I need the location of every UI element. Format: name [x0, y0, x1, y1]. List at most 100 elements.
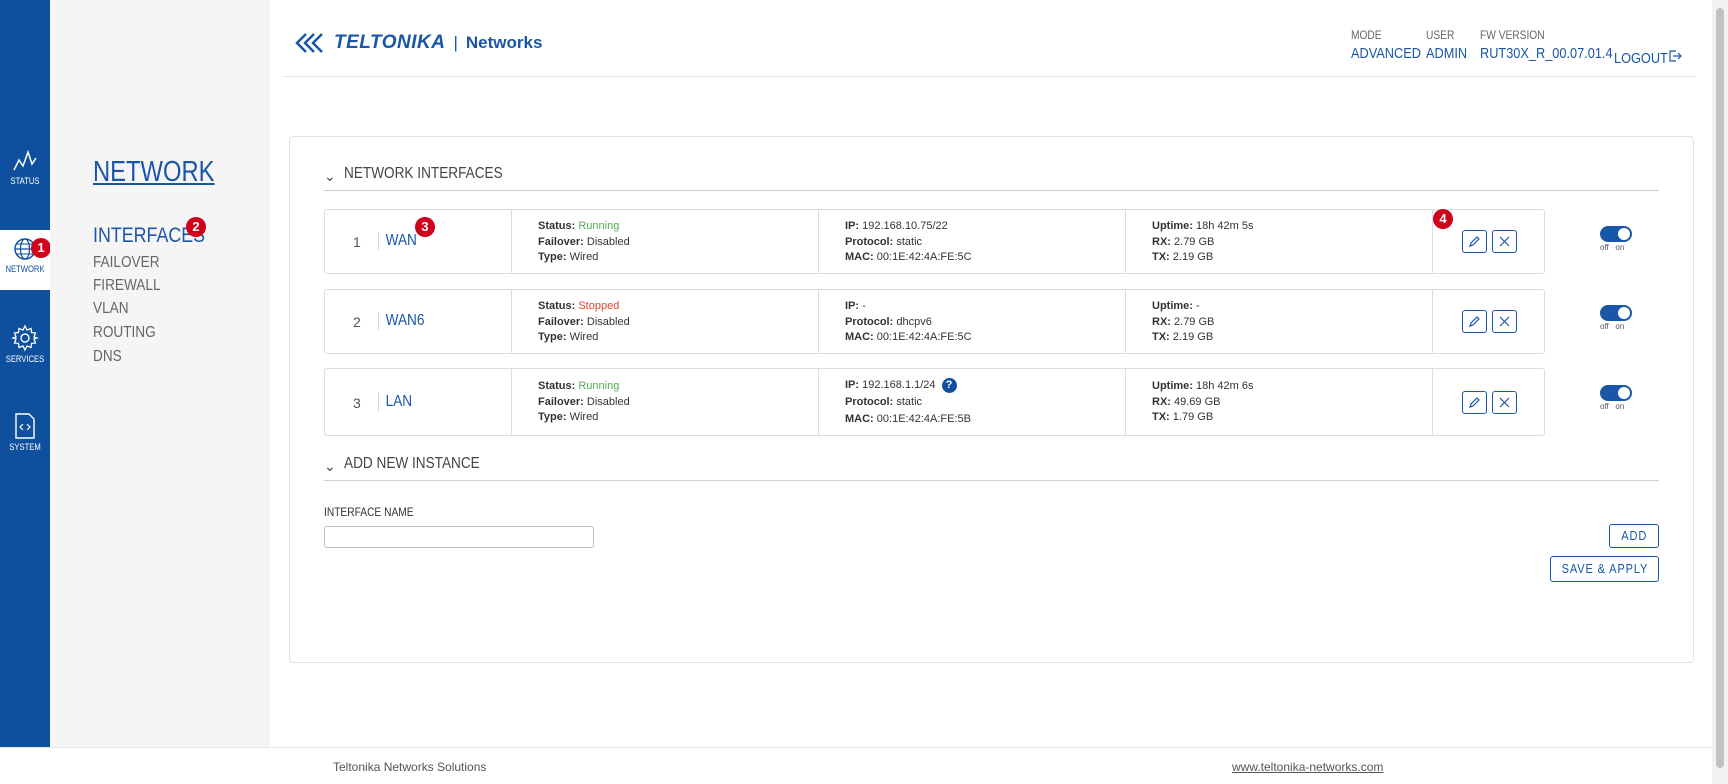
nav-system[interactable]: SYSTEM: [0, 406, 50, 466]
nav-services-label: SERVICES: [5, 354, 45, 364]
mode-value[interactable]: ADVANCED: [1351, 45, 1421, 62]
type-value: Wired: [569, 251, 599, 263]
mac-value: 00:1E:42:4A:FE:5B: [876, 413, 971, 425]
logout-button[interactable]: LOGOUT: [1614, 47, 1682, 67]
pencil-icon: [1469, 397, 1480, 408]
submenu-item-routing[interactable]: ROUTING: [93, 324, 156, 342]
status-cell: Status: Stopped Failover: Disabled Type:…: [512, 290, 819, 353]
status-cell: Status: Running Failover: Disabled Type:…: [512, 369, 819, 435]
main-nav-rail: STATUS NETWORK SERVICES SYSTEM: [0, 0, 50, 747]
interfaces-card: ⌄ NETWORK INTERFACES 1 WAN Status: Runni…: [289, 136, 1694, 663]
submenu-item-firewall[interactable]: FIREWALL: [93, 277, 161, 295]
status-value: Stopped: [578, 300, 620, 312]
enable-toggle-lan[interactable]: [1600, 385, 1632, 401]
fw-value[interactable]: RUT30X_R_00.07.01.4: [1480, 45, 1613, 62]
nav-system-label: SYSTEM: [9, 442, 41, 452]
delete-button[interactable]: [1492, 391, 1517, 414]
nav-network-label: NETWORK: [5, 264, 45, 274]
interface-name[interactable]: LAN: [378, 393, 412, 411]
ip-value: 192.168.1.1/24: [862, 379, 936, 391]
protocol-value: dhcpv6: [896, 315, 932, 328]
pencil-icon: [1469, 316, 1480, 327]
user-label: USER: [1426, 28, 1455, 42]
mode-label: MODE: [1351, 28, 1382, 42]
status-value: Running: [578, 380, 620, 392]
network-submenu: NETWORK INTERFACES FAILOVER FIREWALL VLA…: [50, 0, 270, 747]
edit-button[interactable]: [1462, 391, 1487, 414]
nav-status-label: STATUS: [10, 176, 40, 186]
ip-cell: IP: 192.168.10.75/22 Protocol: static MA…: [819, 210, 1126, 273]
type-value: Wired: [569, 331, 599, 343]
step-badge-1: 1: [31, 238, 51, 258]
type-value: Wired: [569, 411, 599, 423]
footer-website-link[interactable]: www.teltonika-networks.com: [1232, 760, 1383, 774]
close-icon: [1499, 316, 1510, 327]
top-header: TELTONIKA | Networks MODE ADVANCED USER …: [284, 0, 1696, 77]
enable-toggle-wan6[interactable]: [1600, 305, 1632, 321]
mac-value: 00:1E:42:4A:FE:5C: [876, 331, 972, 343]
brand-separator: |: [453, 33, 458, 52]
footer-company: Teltonika Networks Solutions: [333, 760, 487, 774]
traffic-cell: Uptime: - RX: 2.79 GB TX: 2.19 GB: [1126, 290, 1433, 353]
add-button[interactable]: ADD: [1609, 524, 1659, 548]
brand-name: TELTONIKA: [334, 32, 446, 53]
interface-number: 3: [353, 395, 361, 411]
submenu-item-dns[interactable]: DNS: [93, 348, 122, 366]
status-value: Running: [578, 220, 620, 232]
interface-row-lan: 3 LAN Status: Running Failover: Disabled…: [324, 368, 1545, 436]
step-badge-3: 3: [415, 217, 435, 237]
vertical-scrollbar[interactable]: [1712, 0, 1728, 784]
delete-button[interactable]: [1492, 310, 1517, 333]
collapse-chevron-icon[interactable]: ⌄: [324, 168, 336, 185]
collapse-chevron-icon[interactable]: ⌄: [324, 458, 336, 475]
interface-name[interactable]: WAN6: [378, 312, 424, 330]
user-info: USER ADMIN: [1426, 28, 1474, 62]
toggle-labels: off on: [1600, 322, 1625, 331]
ip-cell: IP: 192.168.1.1/24? Protocol: static MAC…: [819, 369, 1126, 435]
traffic-cell: Uptime: 18h 42m 5s RX: 2.79 GB TX: 2.19 …: [1126, 210, 1433, 273]
teltonika-logo[interactable]: TELTONIKA | Networks: [294, 32, 542, 54]
uptime-value: -: [1196, 300, 1200, 312]
status-cell: Status: Running Failover: Disabled Type:…: [512, 210, 819, 273]
traffic-cell: Uptime: 18h 42m 6s RX: 49.69 GB TX: 1.79…: [1126, 369, 1433, 435]
interface-name-input[interactable]: [324, 526, 594, 548]
failover-value: Disabled: [586, 395, 630, 408]
submenu-item-failover[interactable]: FAILOVER: [93, 254, 160, 272]
save-apply-button[interactable]: SAVE & APPLY: [1550, 556, 1659, 582]
enable-toggle-wan[interactable]: [1600, 226, 1632, 242]
tx-value: 2.19 GB: [1172, 331, 1214, 343]
interface-name-cell: 3 LAN: [325, 369, 512, 435]
brand-networks: Networks: [465, 33, 543, 52]
fw-info: FW VERSION RUT30X_R_00.07.01.4: [1480, 28, 1636, 62]
user-value[interactable]: ADMIN: [1426, 45, 1467, 62]
interface-row-wan: 1 WAN Status: Running Failover: Disabled…: [324, 209, 1545, 274]
nav-services[interactable]: SERVICES: [0, 318, 50, 378]
uptime-value: 18h 42m 5s: [1196, 220, 1254, 232]
interface-name[interactable]: WAN: [378, 232, 417, 250]
logout-icon: [1669, 50, 1682, 62]
help-icon[interactable]: ?: [941, 377, 957, 393]
toggle-labels: off on: [1600, 243, 1625, 252]
interface-row-wan6: 2 WAN6 Status: Stopped Failover: Disable…: [324, 289, 1545, 354]
edit-button[interactable]: [1462, 230, 1487, 253]
gear-icon: [11, 324, 39, 352]
code-file-icon: [15, 413, 35, 439]
step-badge-4: 4: [1433, 209, 1453, 229]
delete-button[interactable]: [1492, 230, 1517, 253]
nav-status[interactable]: STATUS: [0, 142, 50, 202]
mac-value: 00:1E:42:4A:FE:5C: [876, 251, 972, 263]
uptime-value: 18h 42m 6s: [1196, 380, 1254, 392]
add-new-instance-section[interactable]: ⌄ ADD NEW INSTANCE: [324, 455, 1659, 481]
failover-value: Disabled: [586, 235, 630, 248]
ip-value: -: [862, 300, 866, 312]
submenu-title[interactable]: NETWORK: [93, 156, 215, 189]
network-interfaces-heading: NETWORK INTERFACES: [344, 165, 503, 182]
submenu-item-vlan[interactable]: VLAN: [93, 300, 129, 318]
edit-button[interactable]: [1462, 310, 1487, 333]
page-footer: Teltonika Networks Solutions www.teltoni…: [0, 747, 1712, 784]
interface-name-cell: 2 WAN6: [325, 290, 512, 353]
network-interfaces-section[interactable]: ⌄ NETWORK INTERFACES: [324, 165, 1659, 191]
interface-name-label: INTERFACE NAME: [324, 505, 414, 519]
close-icon: [1499, 397, 1510, 408]
protocol-value: static: [896, 235, 923, 248]
